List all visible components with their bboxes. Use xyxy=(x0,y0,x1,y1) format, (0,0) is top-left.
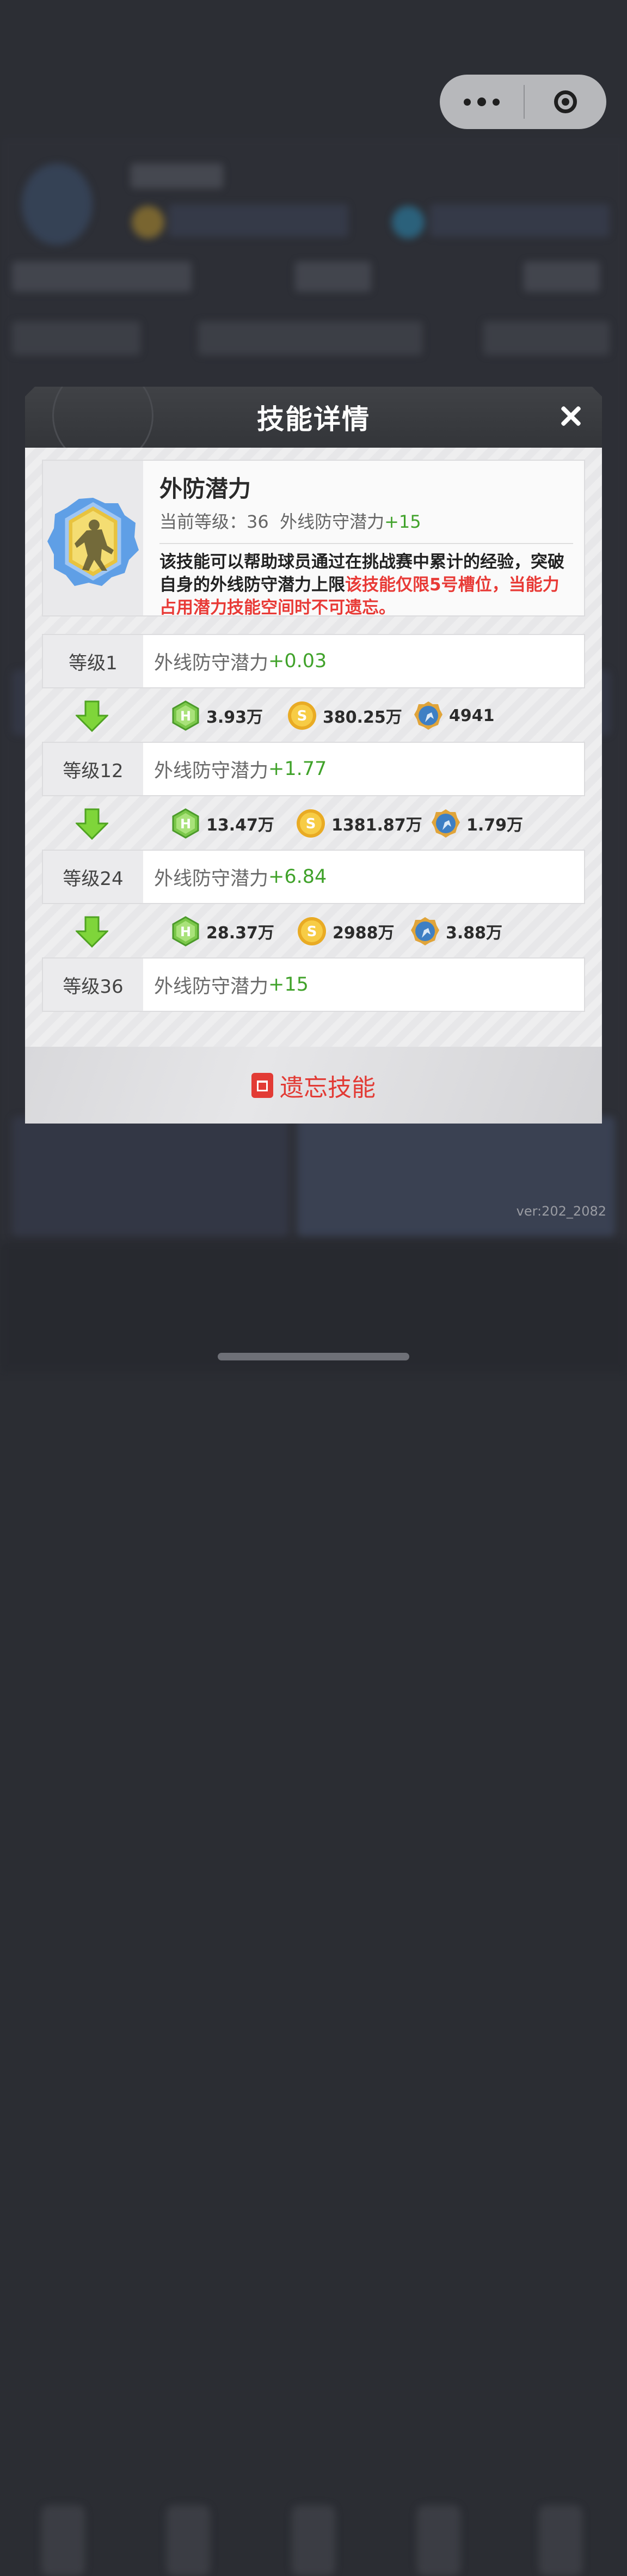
level-value: 外线防守潜力 +1.77 xyxy=(154,758,327,782)
skill-summary-card: 外防潜力 当前等级：36 外线防守潜力+15 该技能可以帮助球员通过在挑战赛中累… xyxy=(42,460,585,618)
level-label: 等级24 xyxy=(43,851,143,903)
home-indicator xyxy=(218,1353,409,1360)
card-cost: 3.88万 xyxy=(410,915,502,948)
player-card-icon xyxy=(411,917,439,945)
trash-icon xyxy=(251,1072,273,1098)
divider xyxy=(159,543,573,544)
arrow-down-icon xyxy=(76,700,108,732)
modal-title: 技能详情 xyxy=(257,404,370,435)
modal-header: 技能详情 xyxy=(25,387,602,448)
skill-icon-cell xyxy=(43,461,143,615)
level-label: 等级1 xyxy=(43,635,143,687)
skill-description: 该技能可以帮助球员通过在挑战赛中累计的经验，突破自身的外线防守潜力上限该技能仅限… xyxy=(159,552,564,618)
level-value: 外线防守潜力 +0.03 xyxy=(154,650,327,674)
skill-badge-icon xyxy=(47,498,139,586)
target-circle-icon[interactable] xyxy=(525,90,606,113)
skill-current-level: 当前等级：36 外线防守潜力+15 xyxy=(159,511,421,532)
svg-text:S: S xyxy=(297,708,308,724)
level-label: 等级36 xyxy=(43,959,143,1011)
coin-cost: S 1381.87万 xyxy=(296,807,422,840)
upgrade-cost-row: H 13.47万 S 1381.87万 1.79万 xyxy=(42,796,585,850)
svg-text:H: H xyxy=(180,924,191,939)
level-row: 等级12 外线防守潜力 +1.77 xyxy=(42,742,585,796)
more-dots-icon[interactable] xyxy=(440,75,524,129)
level-value: 外线防守潜力 +6.84 xyxy=(154,866,327,890)
upgrade-cost-row: H 28.37万 S 2988万 3.88万 xyxy=(42,904,585,957)
svg-text:H: H xyxy=(180,709,191,724)
player-card-icon xyxy=(414,701,442,730)
coin-cost: S 380.25万 xyxy=(287,699,402,732)
h-token-icon: H xyxy=(172,700,199,731)
card-cost: 4941 xyxy=(413,699,495,732)
h-token-icon: H xyxy=(172,916,199,947)
h-cost: H 28.37万 xyxy=(170,915,274,948)
forget-skill-button[interactable]: 遗忘技能 xyxy=(25,1047,602,1124)
gold-coin-icon: S xyxy=(298,917,326,945)
h-token-icon: H xyxy=(172,808,199,839)
arrow-down-icon xyxy=(76,916,108,948)
svg-text:S: S xyxy=(307,924,317,940)
version-label: ver:202_2082 xyxy=(516,1204,606,1219)
player-card-icon xyxy=(432,809,460,838)
level-row: 等级36 外线防守潜力 +15 xyxy=(42,957,585,1012)
level-row: 等级1 外线防守潜力 +0.03 xyxy=(42,634,585,688)
h-cost: H 3.93万 xyxy=(170,699,263,732)
svg-text:H: H xyxy=(180,816,191,832)
upgrade-cost-row: H 3.93万 S 380.25万 4941 xyxy=(42,688,585,742)
card-cost: 1.79万 xyxy=(431,807,523,840)
level-value: 外线防守潜力 +15 xyxy=(154,974,309,998)
skill-detail-modal: 技能详情 外防潜力 当前等级：36 外线防守潜力+15 该技能可以帮助球员通过在… xyxy=(25,387,602,1124)
gold-coin-icon: S xyxy=(297,809,325,838)
modal-body: 外防潜力 当前等级：36 外线防守潜力+15 该技能可以帮助球员通过在挑战赛中累… xyxy=(25,448,602,1047)
mini-program-capsule xyxy=(440,75,606,129)
svg-text:S: S xyxy=(306,816,316,832)
h-cost: H 13.47万 xyxy=(170,807,274,840)
level-label: 等级12 xyxy=(43,743,143,795)
skill-name: 外防潜力 xyxy=(159,475,251,502)
gold-coin-icon: S xyxy=(288,701,316,730)
arrow-down-icon xyxy=(76,808,108,840)
level-row: 等级24 外线防守潜力 +6.84 xyxy=(42,850,585,904)
close-x-icon[interactable] xyxy=(556,401,587,431)
forget-skill-label: 遗忘技能 xyxy=(280,1073,376,1102)
coin-cost: S 2988万 xyxy=(297,915,395,948)
